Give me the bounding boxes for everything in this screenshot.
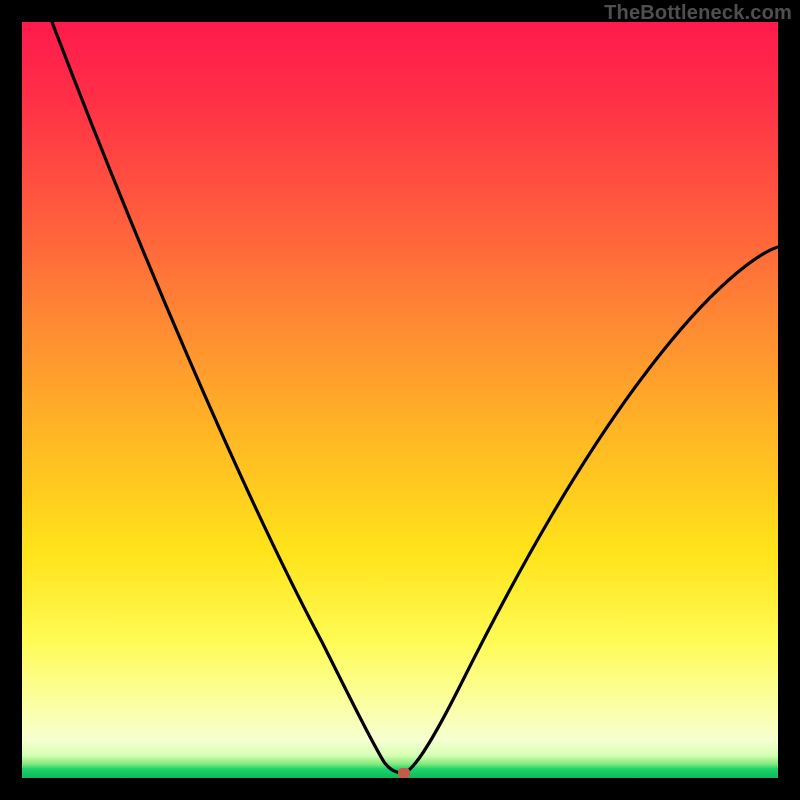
plot-area (22, 22, 778, 778)
curve-path (52, 22, 778, 773)
bottleneck-curve (22, 22, 778, 778)
min-marker (398, 768, 410, 778)
chart-frame: TheBottleneck.com (0, 0, 800, 800)
watermark-text: TheBottleneck.com (604, 2, 792, 25)
